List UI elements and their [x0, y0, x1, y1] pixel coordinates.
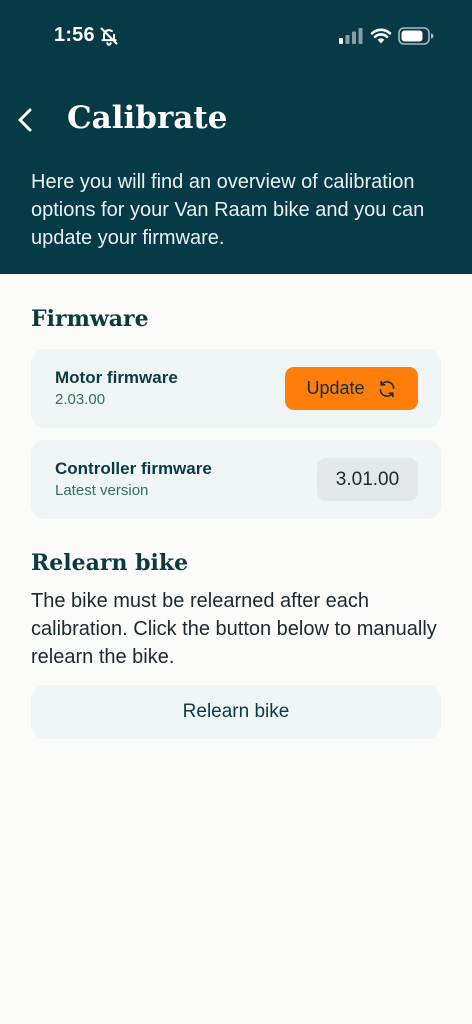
controller-firmware-label: Controller firmware	[55, 459, 212, 478]
firmware-section-title: Firmware	[31, 306, 149, 332]
wifi-icon	[370, 28, 392, 44]
controller-version-badge: 3.01.00	[317, 458, 418, 501]
update-button-label: Update	[306, 378, 365, 398]
battery-icon	[398, 27, 434, 45]
controller-firmware-status: Latest version	[55, 482, 149, 499]
motor-firmware-version: 2.03.00	[55, 391, 106, 408]
refresh-icon	[379, 380, 395, 397]
back-chevron-icon[interactable]	[12, 104, 40, 136]
relearn-description: The bike must be relearned after each ca…	[31, 590, 437, 668]
header: 1:56 Calibrate Here you will find an ove…	[0, 0, 472, 274]
update-button[interactable]: Update	[285, 367, 418, 410]
bell-off-icon	[100, 27, 118, 46]
relearn-bike-button[interactable]: Relearn bike	[31, 685, 441, 739]
status-time: 1:56	[54, 24, 95, 46]
relearn-section-title: Relearn bike	[31, 550, 189, 576]
page-title: Calibrate	[67, 100, 228, 136]
motor-firmware-card: Motor firmware 2.03.00 Update	[31, 349, 441, 428]
motor-firmware-label: Motor firmware	[55, 368, 178, 387]
intro-text: Here you will find an overview of calibr…	[31, 171, 425, 249]
controller-firmware-card: Controller firmware Latest version 3.01.…	[31, 440, 441, 519]
signal-icon	[339, 28, 363, 44]
